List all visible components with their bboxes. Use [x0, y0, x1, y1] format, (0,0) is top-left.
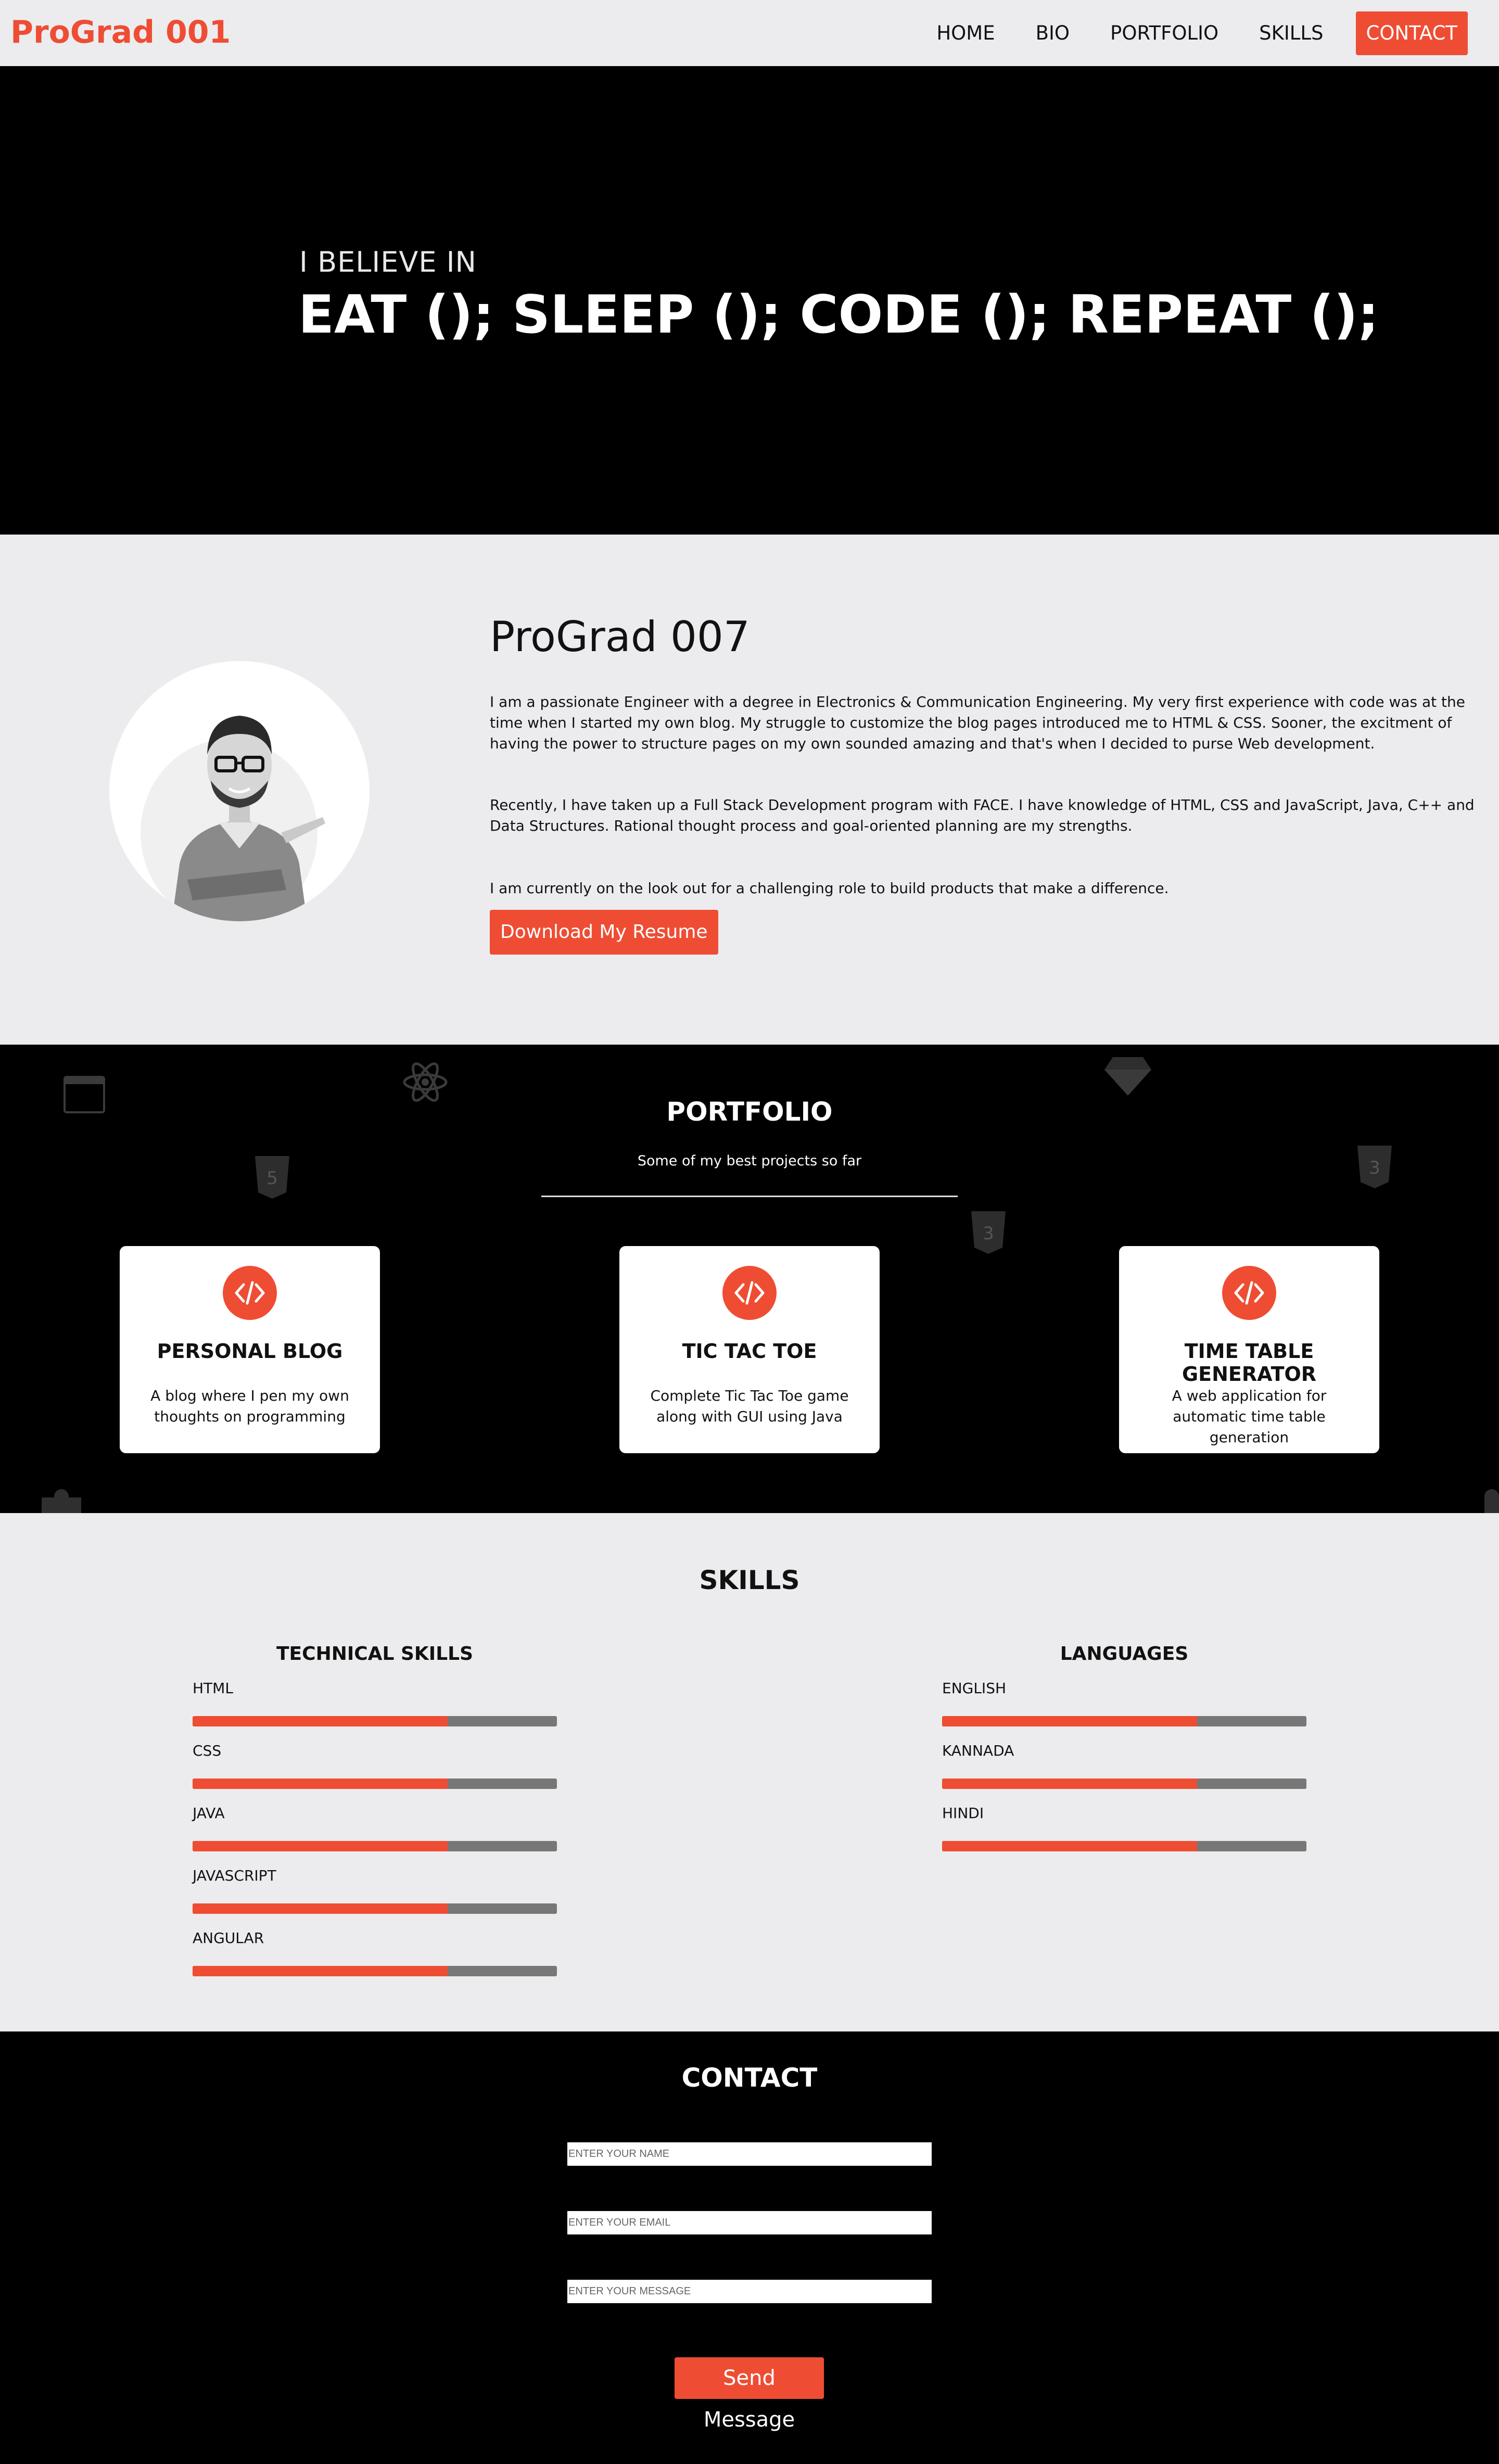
svg-text:3: 3 [983, 1223, 994, 1244]
skill-bar-fill [193, 1903, 448, 1914]
skill-angular: ANGULAR [193, 1929, 557, 1987]
languages-title: LANGUAGES [1060, 1643, 1189, 1665]
site-logo[interactable]: ProGrad 001 [10, 11, 231, 53]
card-title: TIME TABLE GENERATOR [1182, 1340, 1317, 1386]
nav-home-link[interactable]: HOME [936, 11, 995, 55]
hero-tagline: I BELIEVE IN [299, 246, 477, 278]
language-hindi: HINDI [942, 1805, 1306, 1862]
skill-java: JAVA [193, 1805, 557, 1862]
project-card-tic-tac-toe[interactable]: TIC TAC TOE Complete Tic Tac Toe game al… [619, 1246, 880, 1453]
skill-bar [193, 1966, 557, 1976]
skill-bar-fill [193, 1841, 448, 1851]
css3-icon: 3 [971, 1211, 1006, 1254]
skill-javascript: JAVASCRIPT [193, 1867, 557, 1924]
card-title: TIC TAC TOE [682, 1340, 817, 1363]
divider [541, 1196, 958, 1197]
skills-title: SKILLS [699, 1565, 800, 1595]
skills-section: SKILLS TECHNICAL SKILLS LANGUAGES HTML C… [0, 1513, 1499, 2031]
skill-css: CSS [193, 1742, 557, 1799]
skill-html: HTML [193, 1680, 557, 1737]
bio-paragraph: I am currently on the look out for a cha… [490, 880, 1169, 897]
skill-label: JAVASCRIPT [193, 1867, 276, 1884]
name-field[interactable] [567, 2142, 932, 2166]
skill-label: ANGULAR [193, 1929, 264, 1947]
nav-portfolio-link[interactable]: PORTFOLIO [1110, 11, 1218, 55]
portfolio-title: PORTFOLIO [666, 1097, 833, 1127]
language-bar [942, 1841, 1306, 1851]
hero-headline: EAT (); SLEEP (); CODE (); REPEAT (); [298, 284, 1379, 345]
card-title: PERSONAL BLOG [157, 1340, 343, 1363]
language-bar-fill [942, 1779, 1197, 1789]
card-description: A blog where I pen my own thoughts on pr… [150, 1387, 349, 1425]
skill-label: HTML [193, 1680, 233, 1697]
send-message-button[interactable]: Send Message [675, 2357, 824, 2432]
code-icon [1222, 1266, 1276, 1320]
portfolio-subtitle: Some of my best projects so far [637, 1153, 862, 1169]
language-label: KANNADA [942, 1742, 1014, 1759]
language-bar-fill [942, 1716, 1197, 1726]
card-description: Complete Tic Tac Toe game along with GUI… [650, 1387, 849, 1425]
email-field[interactable] [567, 2211, 932, 2234]
skill-bar [193, 1903, 557, 1914]
avatar [109, 661, 370, 921]
bio-section: ProGrad 007 I am a passionate Engineer w… [0, 535, 1499, 1045]
language-bar [942, 1716, 1306, 1726]
card-description: A web application for automatic time tab… [1172, 1387, 1327, 1446]
nav-contact-button[interactable]: CONTACT [1355, 11, 1468, 55]
download-resume-button[interactable]: Download My Resume [490, 910, 718, 955]
skill-label: JAVA [193, 1805, 225, 1822]
svg-text:5: 5 [266, 1168, 278, 1189]
language-kannada: KANNADA [942, 1742, 1306, 1799]
skill-bar-fill [193, 1966, 448, 1976]
code-icon [722, 1266, 777, 1320]
sketch-diamond-icon [1104, 1057, 1151, 1096]
nav-bio-link[interactable]: BIO [1036, 11, 1070, 55]
language-bar [942, 1779, 1306, 1789]
skill-bar [193, 1716, 557, 1726]
nav-links: HOME BIO PORTFOLIO SKILLS CONTACT [896, 11, 1468, 55]
code-icon [223, 1266, 277, 1320]
project-card-time-table-generator[interactable]: TIME TABLE GENERATOR A web application f… [1119, 1246, 1379, 1453]
skill-label: CSS [193, 1742, 222, 1759]
project-card-personal-blog[interactable]: PERSONAL BLOG A blog where I pen my own … [120, 1246, 380, 1453]
technical-skills-title: TECHNICAL SKILLS [276, 1643, 473, 1665]
contact-section: CONTACT Send Message [0, 2031, 1499, 2464]
bio-paragraph: I am a passionate Engineer with a degree… [490, 693, 1466, 752]
language-bar-fill [942, 1841, 1197, 1851]
bio-paragraph: Recently, I have taken up a Full Stack D… [490, 796, 1475, 834]
navbar: ProGrad 001 HOME BIO PORTFOLIO SKILLS CO… [0, 0, 1499, 66]
hero-section: I BELIEVE IN EAT (); SLEEP (); CODE (); … [0, 66, 1499, 535]
skill-bar-fill [193, 1779, 448, 1789]
puzzle-icon [1484, 1489, 1499, 1513]
contact-title: CONTACT [681, 2063, 818, 2093]
puzzle-icon [42, 1489, 81, 1513]
message-field[interactable] [567, 2280, 932, 2303]
portfolio-section: 5 3 3 PORTFOLIO Some of my best projects… [0, 1045, 1499, 1513]
skill-bar-fill [193, 1716, 448, 1726]
skill-bar [193, 1841, 557, 1851]
language-label: HINDI [942, 1805, 984, 1822]
nav-skills-link[interactable]: SKILLS [1259, 11, 1323, 55]
bio-name: ProGrad 007 [490, 613, 750, 661]
skill-bar [193, 1779, 557, 1789]
language-label: ENGLISH [942, 1680, 1007, 1697]
language-english: ENGLISH [942, 1680, 1306, 1737]
